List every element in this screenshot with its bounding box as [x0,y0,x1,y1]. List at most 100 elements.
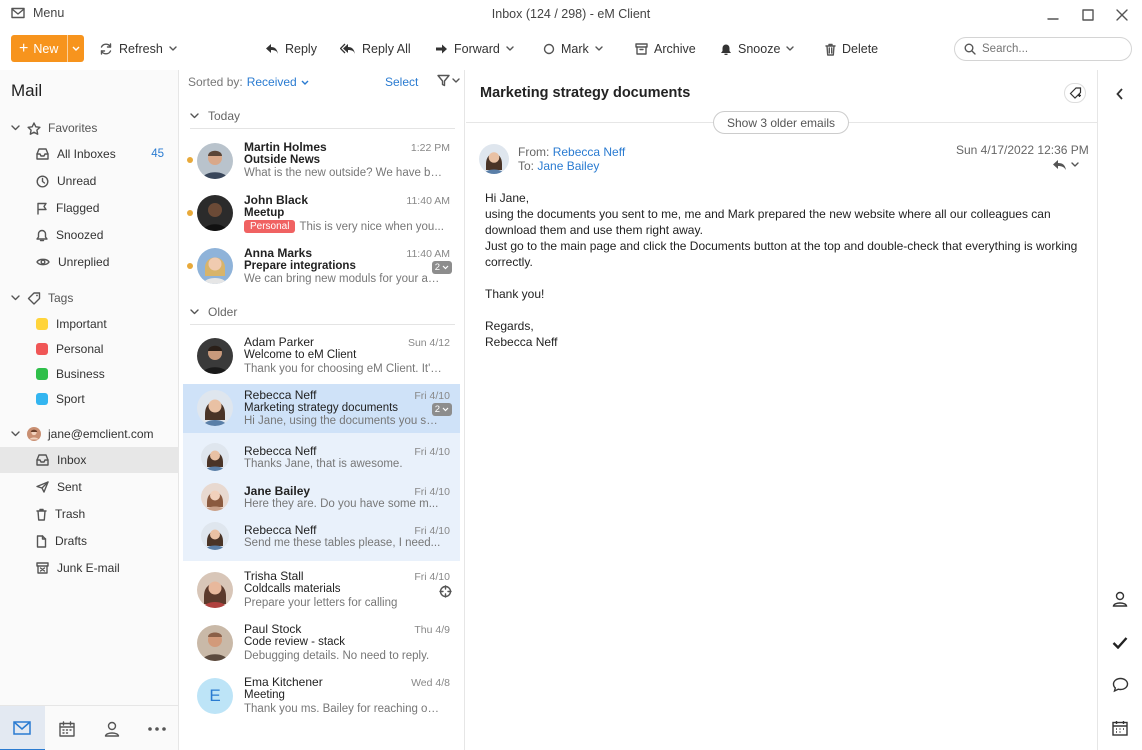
list-item[interactable]: Martin Holmes 1:22 PM Outside News What … [183,134,460,188]
list-item[interactable]: Paul Stock Thu 4/9 Code review - stack D… [183,617,460,671]
reply-icon [1053,160,1066,170]
chevron-down-icon [595,46,603,51]
list-item[interactable]: E Ema Kitchener Wed 4/8 Meeting Thank yo… [183,670,460,724]
thread-count: 2 [434,262,440,273]
tags-header[interactable]: Tags [11,291,73,305]
chevron-down-icon [1071,162,1079,167]
divider [190,324,455,325]
message-preview: Debugging details. No need to reply. [244,650,430,662]
sidebar-item-snoozed[interactable]: Snoozed [0,222,179,248]
close-button[interactable] [1109,4,1135,26]
list-item[interactable]: Trisha Stall Fri 4/10 Coldcalls material… [183,564,460,618]
contact-details-button[interactable] [1106,585,1134,613]
thread-item[interactable]: Jane Bailey Fri 4/10 Here they are. Do y… [183,478,460,516]
show-older-emails-button[interactable]: Show 3 older emails [713,111,849,134]
to-label: To: [518,159,535,173]
unread-count: 45 [151,148,164,160]
archive-button[interactable]: Archive [635,40,696,58]
forward-button[interactable]: Forward [435,40,514,58]
flag-icon [37,202,47,215]
nav-more[interactable] [134,706,179,750]
search-box[interactable] [954,37,1132,61]
sort-value[interactable]: Received [247,75,297,89]
sidebar-item-junk[interactable]: Junk E-mail [0,555,179,581]
recipient-link[interactable]: Jane Bailey [537,159,599,173]
tag-color-swatch [36,343,48,355]
thread-item[interactable]: Rebecca Neff Fri 4/10 Thanks Jane, that … [183,439,460,477]
new-button[interactable]: + New [11,35,84,62]
snooze-button[interactable]: Snooze [720,40,795,58]
tag-badge: Personal [244,220,296,233]
sidebar-item-trash[interactable]: Trash [0,501,179,527]
maximize-button[interactable] [1075,4,1101,26]
message-preview: This is very nice when you... [299,220,444,233]
list-item[interactable]: Anna Marks 11:40 AM Prepare integrations… [183,240,460,294]
agenda-button[interactable] [1106,714,1134,742]
tasks-button[interactable] [1106,628,1134,656]
chevron-down-icon [190,113,199,119]
sidebar-item-unread[interactable]: Unread [0,168,179,194]
thread-item[interactable]: Rebecca Neff Fri 4/10 Send me these tabl… [183,518,460,556]
person-icon [1112,591,1128,607]
sidebar-item-inbox[interactable]: Inbox [0,447,179,473]
list-item-selected[interactable]: Rebecca Neff Fri 4/10 Marketing strategy… [183,384,460,433]
envelope-icon [13,720,32,735]
thread-count: 2 [434,404,440,415]
sidebar-item-unreplied[interactable]: Unreplied [0,249,179,275]
unread-indicator [187,263,193,269]
sidebar-item-label: Junk E-mail [57,561,120,575]
sidebar-item-drafts[interactable]: Drafts [0,528,179,554]
inbox-icon [36,454,49,466]
list-item[interactable]: Adam Parker Sun 4/12 Welcome to eM Clien… [183,330,460,384]
checkmark-icon [1112,636,1128,649]
list-item[interactable]: John Black 11:40 AM Meetup Personal This … [183,187,460,241]
favorites-header[interactable]: Favorites [11,121,97,135]
sender-link[interactable]: Rebecca Neff [553,145,626,159]
nav-contacts[interactable] [90,706,135,750]
account-avatar [27,427,41,441]
sidebar-item-tag-business[interactable]: Business [0,361,179,387]
reply-all-button[interactable]: Reply All [340,40,411,58]
nav-calendar[interactable] [45,706,90,750]
mark-button[interactable]: Mark [543,40,603,58]
chevron-left-icon [1116,88,1123,100]
sidebar-item-flagged[interactable]: Flagged [0,195,179,221]
delete-button[interactable]: Delete [825,40,878,58]
message-sender: Rebecca Neff [244,444,317,458]
message-date: 11:40 AM [406,248,450,260]
message-preview: Prepare your letters for calling [244,597,398,609]
email-closing: Regards, [485,319,534,333]
refresh-button[interactable]: Refresh [99,40,177,58]
favorites-label: Favorites [48,121,98,135]
select-button[interactable]: Select [385,75,418,89]
sidebar-item-tag-personal[interactable]: Personal [0,336,179,362]
calendar-icon [59,720,75,737]
new-dropdown-button[interactable] [67,35,84,62]
sidebar-item-tag-sport[interactable]: Sport [0,386,179,412]
group-header-today[interactable]: Today [190,109,240,123]
group-label: Today [208,109,241,123]
reply-button[interactable]: Reply [265,40,317,58]
minimize-button[interactable] [1040,4,1066,26]
filter-button[interactable] [437,74,460,87]
sort-control[interactable]: Sorted by: Received [188,75,309,89]
message-subject: Welcome to eM Client [244,349,357,361]
nav-mail[interactable] [0,706,45,750]
search-input[interactable] [982,43,1122,55]
message-preview: Thanks Jane, that is awesome. [244,458,403,470]
from-line: From: Rebecca Neff [518,145,625,159]
add-tag-button[interactable] [1064,83,1086,103]
chat-button[interactable] [1106,671,1134,699]
message-date: Fri 4/10 [414,525,450,537]
quick-reply-button[interactable] [1052,159,1079,171]
sidebar-item-label: Trash [55,507,86,521]
unread-indicator [187,157,193,163]
collapse-panel-button[interactable] [1106,80,1134,108]
group-header-older[interactable]: Older [190,305,237,319]
account-header[interactable]: jane@emclient.com [11,427,154,441]
tag-color-swatch [36,318,48,330]
sidebar-item-sent[interactable]: Sent [0,474,179,500]
sidebar-item-tag-important[interactable]: Important [0,311,179,337]
sidebar-item-all-inboxes[interactable]: All Inboxes 45 [0,141,179,167]
calendar-icon [1112,721,1128,736]
